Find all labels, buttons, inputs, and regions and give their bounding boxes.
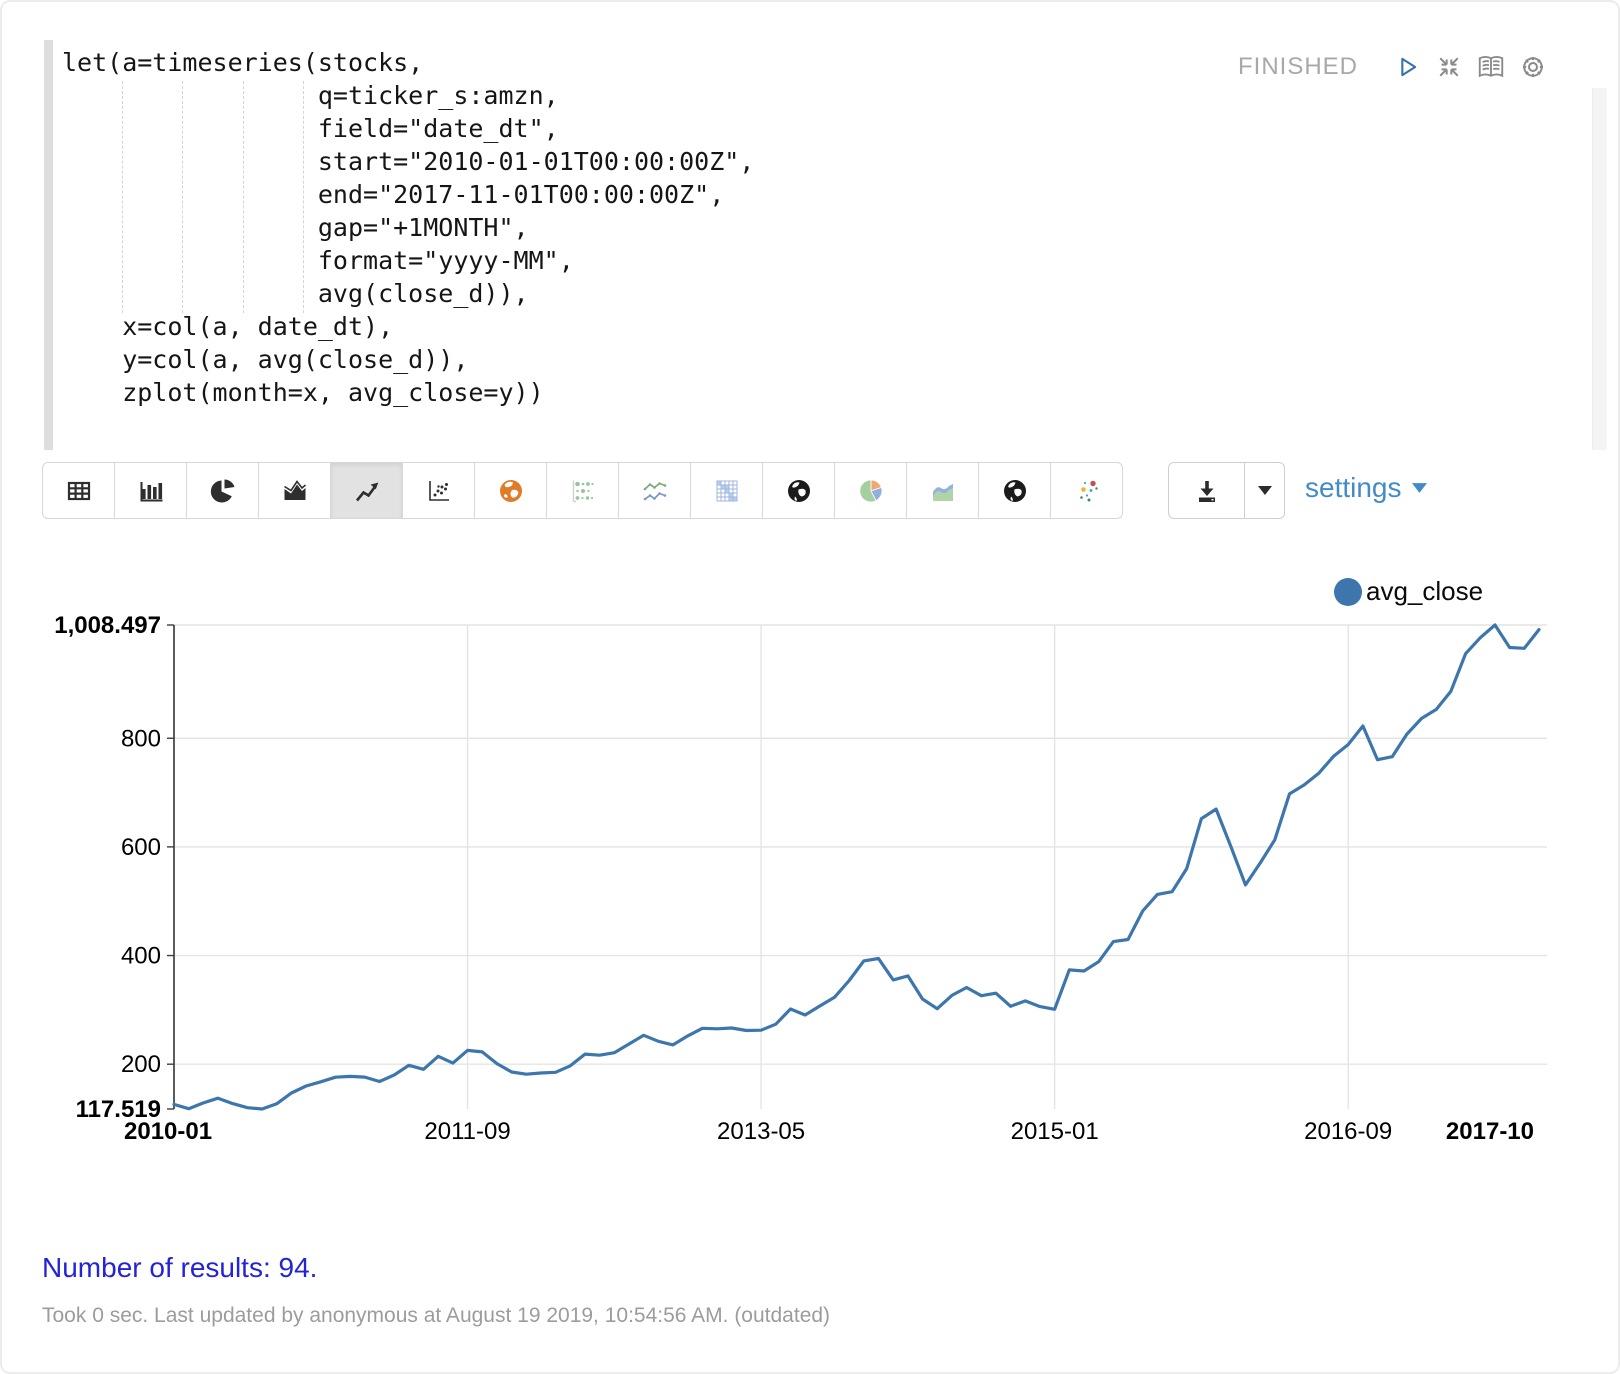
svg-text:2016-09: 2016-09 xyxy=(1304,1118,1392,1145)
line-chart: 117.5192004006008001,008.4972010-012011-… xyxy=(2,2,1620,1374)
svg-text:400: 400 xyxy=(121,943,161,970)
svg-text:2011-09: 2011-09 xyxy=(424,1118,510,1145)
svg-text:2015-01: 2015-01 xyxy=(1011,1118,1099,1145)
svg-text:800: 800 xyxy=(121,725,161,752)
svg-text:2013-05: 2013-05 xyxy=(717,1118,805,1145)
svg-text:2017-10: 2017-10 xyxy=(1446,1118,1534,1145)
legend-item-avg-close[interactable]: avg_close xyxy=(1334,576,1483,607)
results-count-text: Number of results: 94. xyxy=(42,1252,317,1284)
legend-dot xyxy=(1334,578,1362,606)
zeppelin-paragraph: let(a=timeseries(stocks, q=ticker_s:amzn… xyxy=(0,0,1620,1374)
svg-text:600: 600 xyxy=(121,834,161,861)
svg-text:2010-01: 2010-01 xyxy=(124,1118,212,1145)
paragraph-footer-status: Took 0 sec. Last updated by anonymous at… xyxy=(42,1304,830,1328)
legend-label: avg_close xyxy=(1366,576,1483,607)
svg-text:1,008.497: 1,008.497 xyxy=(54,612,161,639)
svg-text:200: 200 xyxy=(121,1051,161,1078)
